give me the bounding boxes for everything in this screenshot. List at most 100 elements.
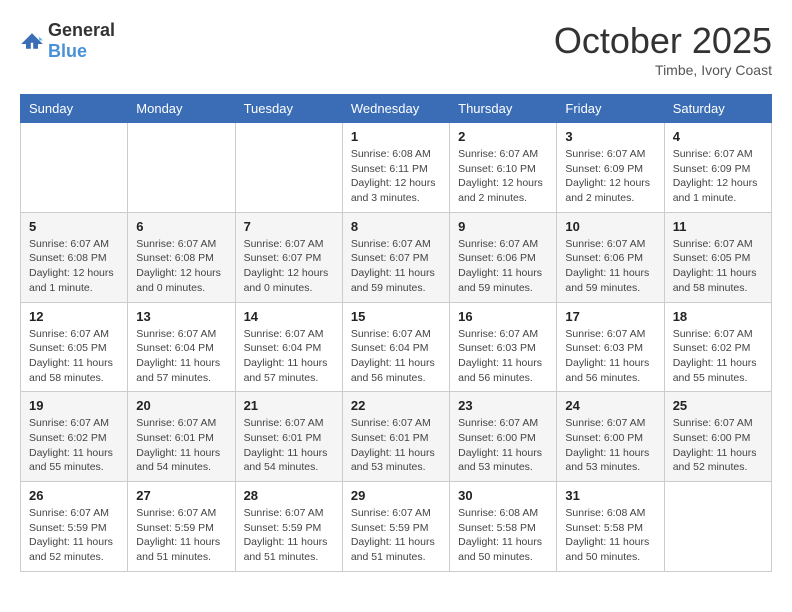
calendar-cell: 23 Sunrise: 6:07 AMSunset: 6:00 PMDayligh… xyxy=(450,392,557,482)
day-number: 29 xyxy=(351,488,441,503)
weekday-header: Saturday xyxy=(664,95,771,123)
calendar-cell: 18Sunrise: 6:07 AMSunset: 6:02 PMDayligh… xyxy=(664,302,771,392)
day-info: Sunrise: 6:07 AMSunset: 6:01 PMDaylight:… xyxy=(351,416,441,475)
day-info: Sunrise: 6:08 AMSunset: 5:58 PMDaylight:… xyxy=(458,506,548,565)
page-header: General Blue October 2025 Timbe, Ivory C… xyxy=(20,20,772,78)
weekday-header: Tuesday xyxy=(235,95,342,123)
calendar-cell: 27 Sunrise: 6:07 AMSunset: 5:59 PMDayligh… xyxy=(128,482,235,572)
day-number: 3 xyxy=(565,129,655,144)
day-number: 2 xyxy=(458,129,548,144)
day-number: 15 xyxy=(351,309,441,324)
day-number: 12 xyxy=(29,309,119,324)
day-number: 20 xyxy=(136,398,226,413)
day-info: Sunrise: 6:07 AMSunset: 6:08 PMDaylight:… xyxy=(29,237,119,296)
calendar-cell: 8 Sunrise: 6:07 AMSunset: 6:07 PMDaylight… xyxy=(342,212,449,302)
day-info: Sunrise: 6:07 AMSunset: 6:03 PMDaylight:… xyxy=(458,327,548,386)
day-info: Sunrise: 6:07 AMSunset: 6:06 PMDaylight:… xyxy=(565,237,655,296)
day-number: 21 xyxy=(244,398,334,413)
weekday-header-row: SundayMondayTuesdayWednesdayThursdayFrid… xyxy=(21,95,772,123)
day-number: 9 xyxy=(458,219,548,234)
calendar-cell: 2Sunrise: 6:07 AMSunset: 6:10 PMDaylight… xyxy=(450,123,557,213)
logo-blue: Blue xyxy=(48,41,87,61)
day-number: 19 xyxy=(29,398,119,413)
day-number: 28 xyxy=(244,488,334,503)
day-info: Sunrise: 6:07 AMSunset: 6:02 PMDaylight:… xyxy=(29,416,119,475)
logo: General Blue xyxy=(20,20,115,62)
calendar-cell: 16 Sunrise: 6:07 AMSunset: 6:03 PMDayligh… xyxy=(450,302,557,392)
logo-general: General xyxy=(48,20,115,40)
day-number: 16 xyxy=(458,309,548,324)
calendar-week-row: 26 Sunrise: 6:07 AMSunset: 5:59 PMDayligh… xyxy=(21,482,772,572)
calendar-week-row: 19 Sunrise: 6:07 AMSunset: 6:02 PMDayligh… xyxy=(21,392,772,482)
day-number: 18 xyxy=(673,309,763,324)
calendar-table: SundayMondayTuesdayWednesdayThursdayFrid… xyxy=(20,94,772,572)
calendar-cell: 22Sunrise: 6:07 AMSunset: 6:01 PMDayligh… xyxy=(342,392,449,482)
day-number: 5 xyxy=(29,219,119,234)
calendar-cell xyxy=(664,482,771,572)
calendar-cell: 9 Sunrise: 6:07 AMSunset: 6:06 PMDaylight… xyxy=(450,212,557,302)
weekday-header: Sunday xyxy=(21,95,128,123)
day-number: 10 xyxy=(565,219,655,234)
calendar-cell: 1Sunrise: 6:08 AMSunset: 6:11 PMDaylight… xyxy=(342,123,449,213)
calendar-cell: 19 Sunrise: 6:07 AMSunset: 6:02 PMDayligh… xyxy=(21,392,128,482)
calendar-cell: 12Sunrise: 6:07 AMSunset: 6:05 PMDayligh… xyxy=(21,302,128,392)
day-number: 30 xyxy=(458,488,548,503)
calendar-cell: 3 Sunrise: 6:07 AMSunset: 6:09 PMDaylight… xyxy=(557,123,664,213)
day-number: 23 xyxy=(458,398,548,413)
weekday-header: Thursday xyxy=(450,95,557,123)
calendar-cell: 10 Sunrise: 6:07 AMSunset: 6:06 PMDayligh… xyxy=(557,212,664,302)
day-number: 26 xyxy=(29,488,119,503)
day-info: Sunrise: 6:07 AMSunset: 5:59 PMDaylight:… xyxy=(351,506,441,565)
day-info: Sunrise: 6:07 AMSunset: 6:03 PMDaylight:… xyxy=(565,327,655,386)
day-number: 13 xyxy=(136,309,226,324)
calendar-cell: 7Sunrise: 6:07 AMSunset: 6:07 PMDaylight… xyxy=(235,212,342,302)
day-info: Sunrise: 6:07 AMSunset: 6:00 PMDaylight:… xyxy=(565,416,655,475)
calendar-cell: 5 Sunrise: 6:07 AMSunset: 6:08 PMDaylight… xyxy=(21,212,128,302)
day-info: Sunrise: 6:07 AMSunset: 6:01 PMDaylight:… xyxy=(244,416,334,475)
day-number: 17 xyxy=(565,309,655,324)
calendar-cell: 20 Sunrise: 6:07 AMSunset: 6:01 PMDayligh… xyxy=(128,392,235,482)
month-title: October 2025 xyxy=(554,20,772,62)
day-info: Sunrise: 6:07 AMSunset: 6:07 PMDaylight:… xyxy=(351,237,441,296)
weekday-header: Wednesday xyxy=(342,95,449,123)
day-number: 11 xyxy=(673,219,763,234)
day-info: Sunrise: 6:07 AMSunset: 6:04 PMDaylight:… xyxy=(136,327,226,386)
calendar-cell: 14Sunrise: 6:07 AMSunset: 6:04 PMDayligh… xyxy=(235,302,342,392)
calendar-cell: 26 Sunrise: 6:07 AMSunset: 5:59 PMDayligh… xyxy=(21,482,128,572)
day-info: Sunrise: 6:08 AMSunset: 5:58 PMDaylight:… xyxy=(565,506,655,565)
logo-icon xyxy=(20,29,44,53)
calendar-cell: 28 Sunrise: 6:07 AMSunset: 5:59 PMDayligh… xyxy=(235,482,342,572)
location: Timbe, Ivory Coast xyxy=(554,62,772,78)
calendar-cell: 17 Sunrise: 6:07 AMSunset: 6:03 PMDayligh… xyxy=(557,302,664,392)
day-info: Sunrise: 6:07 AMSunset: 5:59 PMDaylight:… xyxy=(29,506,119,565)
day-number: 31 xyxy=(565,488,655,503)
day-info: Sunrise: 6:07 AMSunset: 6:00 PMDaylight:… xyxy=(458,416,548,475)
day-info: Sunrise: 6:07 AMSunset: 5:59 PMDaylight:… xyxy=(136,506,226,565)
day-info: Sunrise: 6:07 AMSunset: 6:09 PMDaylight:… xyxy=(565,147,655,206)
day-number: 14 xyxy=(244,309,334,324)
calendar-cell: 11 Sunrise: 6:07 AMSunset: 6:05 PMDayligh… xyxy=(664,212,771,302)
logo-text: General Blue xyxy=(48,20,115,62)
calendar-cell: 25Sunrise: 6:07 AMSunset: 6:00 PMDayligh… xyxy=(664,392,771,482)
day-info: Sunrise: 6:08 AMSunset: 6:11 PMDaylight:… xyxy=(351,147,441,206)
day-number: 27 xyxy=(136,488,226,503)
day-info: Sunrise: 6:07 AMSunset: 6:01 PMDaylight:… xyxy=(136,416,226,475)
day-info: Sunrise: 6:07 AMSunset: 6:08 PMDaylight:… xyxy=(136,237,226,296)
calendar-cell: 6Sunrise: 6:07 AMSunset: 6:08 PMDaylight… xyxy=(128,212,235,302)
day-number: 25 xyxy=(673,398,763,413)
calendar-cell: 4 Sunrise: 6:07 AMSunset: 6:09 PMDaylight… xyxy=(664,123,771,213)
calendar-week-row: 5 Sunrise: 6:07 AMSunset: 6:08 PMDaylight… xyxy=(21,212,772,302)
weekday-header: Monday xyxy=(128,95,235,123)
calendar-cell xyxy=(128,123,235,213)
day-info: Sunrise: 6:07 AMSunset: 6:06 PMDaylight:… xyxy=(458,237,548,296)
day-number: 4 xyxy=(673,129,763,144)
day-info: Sunrise: 6:07 AMSunset: 6:05 PMDaylight:… xyxy=(673,237,763,296)
day-info: Sunrise: 6:07 AMSunset: 6:09 PMDaylight:… xyxy=(673,147,763,206)
day-number: 8 xyxy=(351,219,441,234)
day-info: Sunrise: 6:07 AMSunset: 6:07 PMDaylight:… xyxy=(244,237,334,296)
calendar-cell: 30 Sunrise: 6:08 AMSunset: 5:58 PMDayligh… xyxy=(450,482,557,572)
calendar-cell xyxy=(235,123,342,213)
calendar-cell xyxy=(21,123,128,213)
title-area: October 2025 Timbe, Ivory Coast xyxy=(554,20,772,78)
day-info: Sunrise: 6:07 AMSunset: 5:59 PMDaylight:… xyxy=(244,506,334,565)
